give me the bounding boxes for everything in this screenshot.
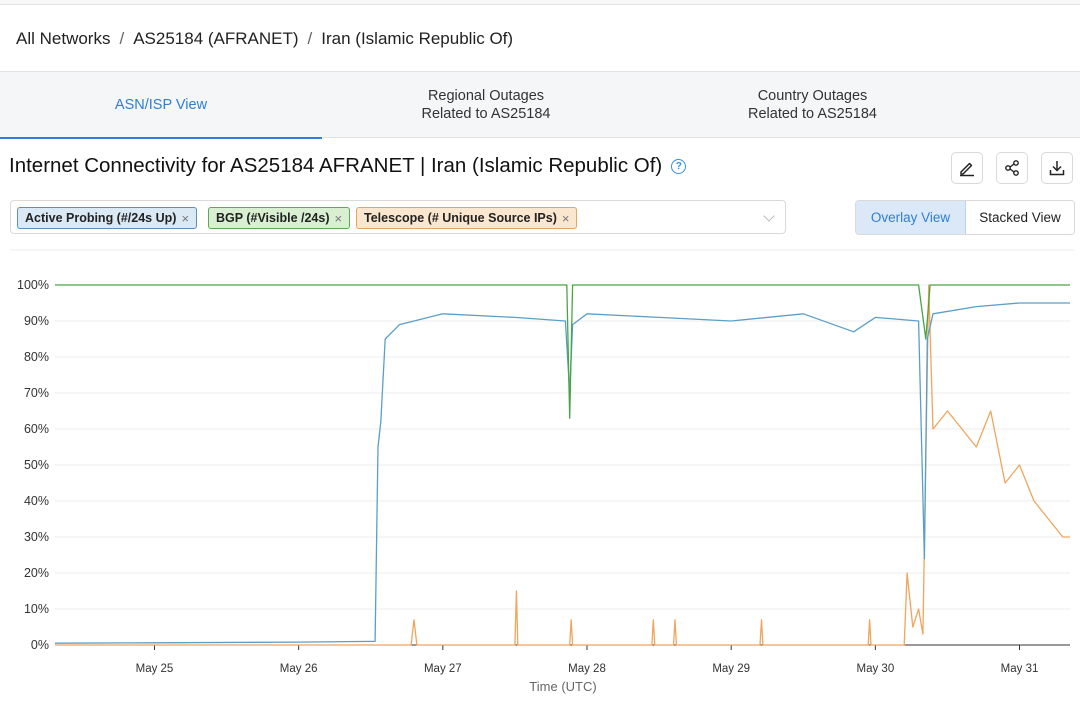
y-tick-label: 0% bbox=[31, 638, 49, 652]
tab-sublabel: Related to AS25184 bbox=[748, 106, 877, 122]
bgp-line bbox=[55, 284, 1070, 419]
view-toggle: Overlay View Stacked View bbox=[855, 200, 1075, 235]
x-tick-label: May 28 bbox=[568, 663, 606, 675]
y-tick-label: 70% bbox=[24, 386, 49, 400]
tag-label: BGP (#Visible /24s) bbox=[216, 211, 330, 225]
x-axis: May 25 May 26 May 27 May 28 May 29 May 30 May … bbox=[136, 645, 1039, 675]
y-tick-label: 50% bbox=[24, 458, 49, 472]
x-tick-label: May 31 bbox=[1001, 663, 1039, 675]
chart-title-row: Internet Connectivity for AS25184 AFRANE… bbox=[9, 154, 687, 178]
x-tick-label: May 25 bbox=[136, 663, 174, 675]
breadcrumb-all-networks[interactable]: All Networks bbox=[16, 29, 110, 49]
tab-asn-isp-view[interactable]: ASN/ISP View bbox=[0, 72, 322, 139]
breadcrumb: All Networks / AS25184 (AFRANET) / Iran … bbox=[16, 28, 513, 50]
view-tabs: ASN/ISP View Regional Outages Related to… bbox=[0, 71, 1080, 139]
share-button[interactable] bbox=[996, 152, 1028, 184]
tag-telescope: Telescope (# Unique Source IPs) × bbox=[356, 207, 578, 229]
edit-button[interactable] bbox=[951, 152, 983, 184]
tab-country-outages[interactable]: Country Outages Related to AS25184 bbox=[650, 72, 975, 138]
active-probing-line bbox=[54, 302, 1070, 644]
breadcrumb-separator: / bbox=[307, 29, 313, 48]
x-tick-label: May 30 bbox=[857, 663, 895, 675]
y-tick-label: 30% bbox=[24, 530, 49, 544]
chevron-down-icon[interactable] bbox=[763, 210, 775, 222]
remove-tag-icon[interactable]: × bbox=[181, 211, 189, 226]
download-icon bbox=[1049, 161, 1065, 176]
remove-tag-icon[interactable]: × bbox=[334, 211, 342, 226]
y-tick-label: 100% bbox=[17, 278, 49, 292]
tab-sublabel: Related to AS25184 bbox=[421, 106, 551, 122]
tag-label: Telescope (# Unique Source IPs) bbox=[364, 211, 557, 225]
x-tick-label: May 26 bbox=[280, 663, 318, 675]
breadcrumb-separator: / bbox=[119, 29, 125, 48]
tab-label: ASN/ISP View bbox=[114, 97, 208, 113]
tab-regional-outages[interactable]: Regional Outages Related to AS25184 bbox=[322, 72, 650, 138]
tab-label: Regional Outages bbox=[427, 88, 545, 104]
tag-label: Active Probing (#/24s Up) bbox=[25, 211, 177, 225]
y-tick-label: 60% bbox=[24, 422, 49, 436]
page-title: Internet Connectivity for AS25184 AFRANE… bbox=[9, 154, 663, 177]
breadcrumb-country[interactable]: Iran (Islamic Republic Of) bbox=[321, 29, 513, 49]
y-tick-label: 90% bbox=[24, 314, 49, 328]
overlay-view-button[interactable]: Overlay View bbox=[856, 201, 966, 234]
remove-tag-icon[interactable]: × bbox=[562, 211, 570, 226]
tab-label: Country Outages bbox=[757, 88, 868, 104]
connectivity-chart: 0% 10% 20% 30% 40% 50% 60% 70% 80% 90% 100% May 25… bbox=[10, 249, 1075, 694]
stacked-view-button[interactable]: Stacked View bbox=[966, 201, 1074, 234]
top-bar bbox=[0, 0, 1080, 5]
y-tick-label: 10% bbox=[24, 602, 49, 616]
edit-icon bbox=[960, 162, 974, 177]
x-axis-label: Time (UTC) bbox=[529, 679, 596, 694]
x-tick-label: May 27 bbox=[424, 663, 462, 675]
y-axis: 0% 10% 20% 30% 40% 50% 60% 70% 80% 90% 100% bbox=[17, 278, 49, 652]
x-tick-label: May 29 bbox=[712, 663, 750, 675]
tag-active-probing: Active Probing (#/24s Up) × bbox=[17, 207, 198, 229]
y-tick-label: 20% bbox=[24, 566, 49, 580]
series-select[interactable]: Active Probing (#/24s Up) × BGP (#Visibl… bbox=[10, 200, 786, 234]
breadcrumb-asn[interactable]: AS25184 (AFRANET) bbox=[133, 29, 298, 49]
download-button[interactable] bbox=[1041, 152, 1073, 184]
y-tick-label: 40% bbox=[24, 494, 49, 508]
y-tick-label: 80% bbox=[24, 350, 49, 364]
chart-grid bbox=[55, 284, 1070, 646]
tag-bgp: BGP (#Visible /24s) × bbox=[208, 207, 351, 229]
share-icon bbox=[1005, 160, 1019, 176]
help-icon[interactable]: ? bbox=[671, 158, 687, 174]
